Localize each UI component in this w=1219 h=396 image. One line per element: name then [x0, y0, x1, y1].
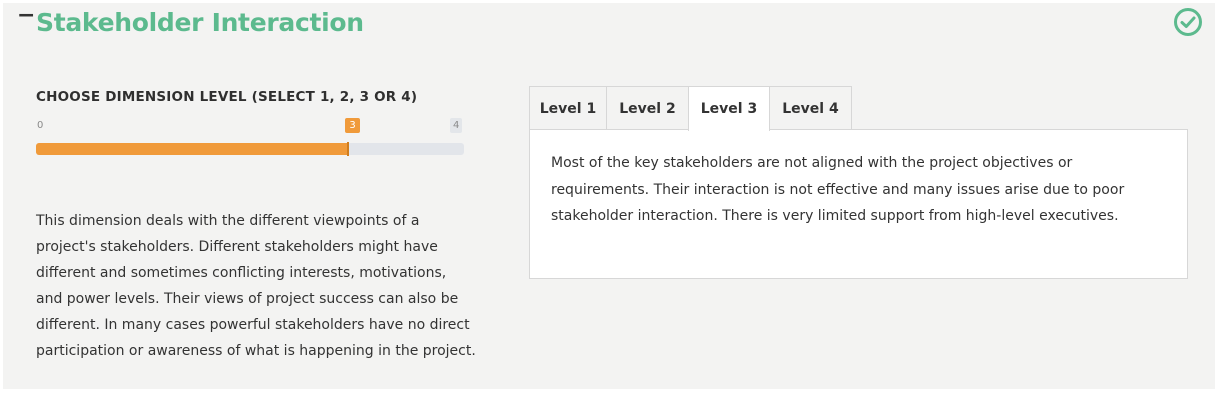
tab-level-3[interactable]: Level 3	[688, 86, 770, 131]
dimension-description: This dimension deals with the different …	[36, 213, 476, 359]
slider-fill	[36, 143, 348, 155]
check-circle-icon[interactable]	[1173, 7, 1203, 37]
tab-label: Level 1	[539, 100, 597, 117]
dimension-level-slider[interactable]	[36, 142, 464, 156]
tab-label: Level 4	[782, 100, 839, 117]
slider-handle[interactable]	[347, 142, 349, 156]
tab-label: Level 2	[619, 100, 676, 117]
tab-level-2[interactable]: Level 2	[606, 86, 689, 130]
collapse-toggle[interactable]: −	[17, 5, 35, 27]
slider-current-value-badge: 3	[345, 118, 360, 133]
section-title: Stakeholder Interaction	[36, 8, 364, 37]
tab-level-4[interactable]: Level 4	[769, 86, 852, 130]
slider-min-label: 0	[37, 120, 44, 131]
dimension-level-label: CHOOSE DIMENSION LEVEL (SELECT 1, 2, 3 O…	[36, 89, 418, 105]
tab-content-panel: Most of the key stakeholders are not ali…	[529, 129, 1188, 279]
level-description: Most of the key stakeholders are not ali…	[551, 155, 1125, 224]
tab-label: Level 3	[700, 101, 758, 117]
slider-max-label: 4	[450, 118, 463, 133]
tab-level-1[interactable]: Level 1	[529, 86, 607, 130]
